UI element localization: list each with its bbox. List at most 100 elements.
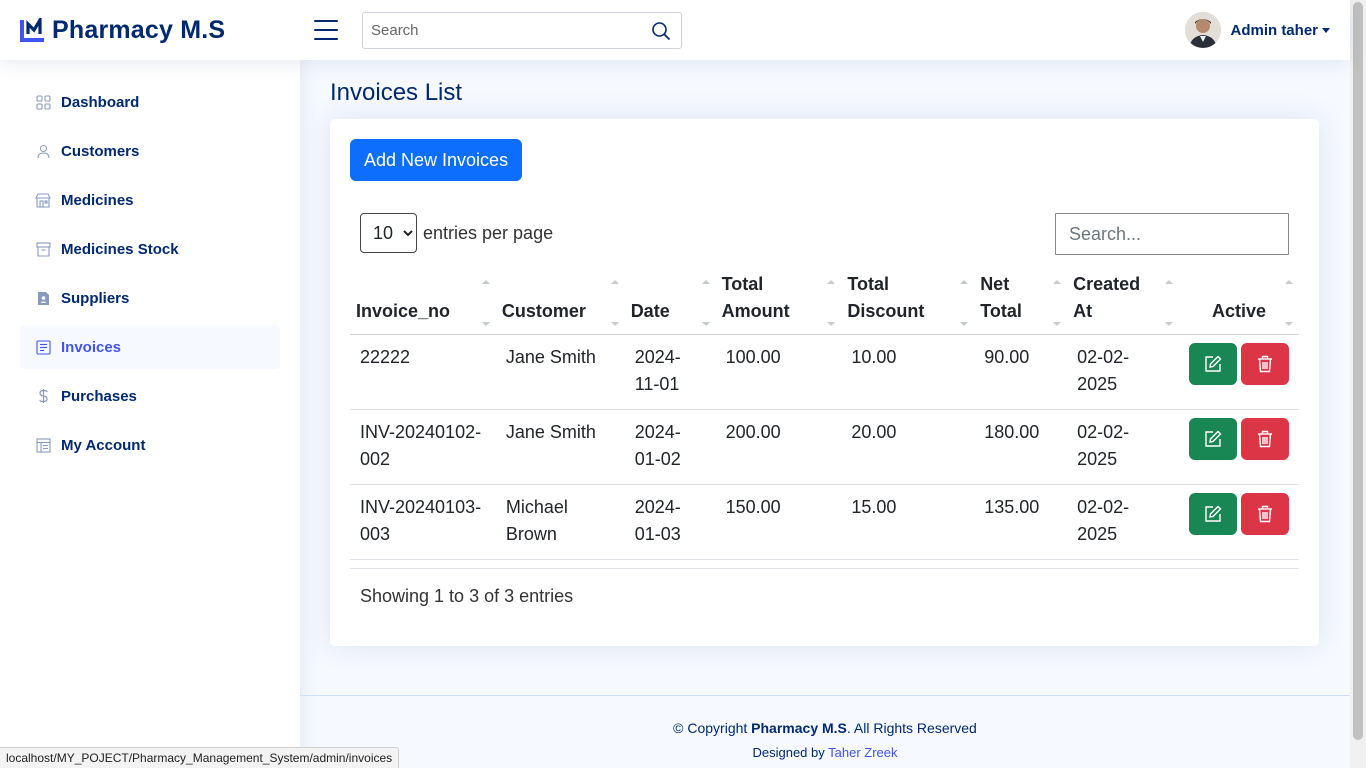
edit-button[interactable] xyxy=(1188,418,1237,460)
column-header-invoice-no[interactable]: Invoice_no xyxy=(350,271,496,335)
profile-name: Admin taher xyxy=(1230,21,1318,39)
search-icon[interactable] xyxy=(641,13,681,48)
trash-icon xyxy=(1257,505,1272,523)
delete-button[interactable] xyxy=(1240,493,1289,535)
table-row: 22222 Jane Smith 2024- 11-01 100.00 10.00… xyxy=(350,335,1299,410)
cell-total-amount: 150.00 xyxy=(725,497,781,517)
column-header-net-total[interactable]: Net Total xyxy=(974,271,1067,335)
cell-customer: Jane Smith xyxy=(505,422,596,442)
sort-icon xyxy=(1285,278,1293,326)
sidebar-item-label: Medicines xyxy=(61,191,134,209)
trash-icon xyxy=(1257,355,1272,373)
cell-invoice-no: 22222 xyxy=(360,347,411,367)
cell-actions xyxy=(1179,335,1299,410)
cell-total-discount: 20.00 xyxy=(851,422,897,442)
cell-customer: Jane Smith xyxy=(505,347,596,367)
sidebar-item-label: My Account xyxy=(61,436,146,454)
cell-date: 2024- 01-03 xyxy=(634,497,681,544)
cell-invoice-no: INV-20240103- 003 xyxy=(360,497,482,544)
column-header-customer[interactable]: Customer xyxy=(496,271,625,335)
search-input[interactable] xyxy=(363,13,641,48)
sidebar-item-medicines[interactable]: Medicines xyxy=(20,178,280,222)
sort-icon xyxy=(481,278,490,326)
per-page-label: entries per page xyxy=(423,222,554,243)
footer: © Copyright Pharmacy M.S. All Rights Res… xyxy=(300,695,1350,768)
sidebar-item-purchases[interactable]: Purchases xyxy=(20,374,280,418)
column-header-created-at[interactable]: Created At xyxy=(1067,271,1179,335)
edit-icon xyxy=(1205,355,1222,372)
sidebar-item-label: Dashboard xyxy=(61,93,140,111)
sidebar-item-label: Customers xyxy=(61,142,140,160)
receipt-icon xyxy=(35,339,51,355)
top-header: Pharmacy M.S Admin taher xyxy=(0,0,1350,60)
cell-created-at: 02-02- 2025 xyxy=(1077,497,1130,544)
sort-icon xyxy=(1053,278,1062,326)
status-bar-url: localhost/MY_POJECT/Pharmacy_Management_… xyxy=(0,747,400,768)
trash-icon xyxy=(1257,430,1272,448)
dollar-icon xyxy=(35,388,51,404)
sidebar-item-suppliers[interactable]: Suppliers xyxy=(20,276,280,320)
edit-button[interactable] xyxy=(1188,493,1237,535)
table-search-input[interactable] xyxy=(1055,213,1289,255)
add-invoice-button[interactable]: Add New Invoices xyxy=(350,139,523,181)
cell-total-discount: 15.00 xyxy=(851,497,897,517)
divider xyxy=(350,568,1299,569)
sidebar-item-label: Purchases xyxy=(61,387,137,405)
sidebar-item-medicines-stock[interactable]: Medicines Stock xyxy=(20,227,280,271)
edit-icon xyxy=(1205,505,1222,522)
chevron-down-icon xyxy=(1322,27,1330,33)
credits: Designed by Taher Zreek xyxy=(752,745,898,760)
invoices-card: Add New Invoices 10 entries per page Inv… xyxy=(330,119,1319,646)
cell-date: 2024- 11-01 xyxy=(634,347,681,394)
cell-total-amount: 200.00 xyxy=(725,422,781,442)
profile-dropdown[interactable]: Admin taher xyxy=(1185,12,1330,48)
cell-created-at: 02-02- 2025 xyxy=(1077,347,1130,394)
sort-icon xyxy=(610,278,619,326)
edit-icon xyxy=(1205,430,1222,447)
table-row: INV-20240103- 003 Michael Brown 2024- 01-03… xyxy=(350,485,1299,560)
per-page-select[interactable]: 10 xyxy=(360,213,417,253)
cell-actions xyxy=(1179,485,1299,560)
column-header-active[interactable]: Active xyxy=(1179,271,1299,335)
logo-icon xyxy=(20,14,46,42)
sidebar-item-customers[interactable]: Customers xyxy=(20,129,280,173)
search-bar xyxy=(362,12,682,49)
archive-icon xyxy=(35,241,51,257)
cell-total-discount: 10.00 xyxy=(851,347,897,367)
delete-button[interactable] xyxy=(1240,418,1289,460)
table-header-row: Invoice_no Customer Date Total Amount Tot… xyxy=(350,271,1299,335)
sidebar-item-my-account[interactable]: My Account xyxy=(20,423,280,467)
designer-link[interactable]: Taher Zreek xyxy=(828,745,897,760)
sort-icon xyxy=(960,278,969,326)
sidebar-toggle-icon[interactable] xyxy=(314,20,338,40)
column-header-date[interactable]: Date xyxy=(625,271,716,335)
column-header-total-amount[interactable]: Total Amount xyxy=(716,271,842,335)
pagination-info: Showing 1 to 3 of 3 entries xyxy=(360,586,574,606)
scrollbar[interactable] xyxy=(1350,0,1366,768)
sidebar-item-label: Invoices xyxy=(61,338,122,356)
sort-icon xyxy=(1164,278,1173,326)
table-row: INV-20240102- 002 Jane Smith 2024- 01-02 2… xyxy=(350,410,1299,485)
cell-net-total: 90.00 xyxy=(984,347,1030,367)
sidebar-item-label: Suppliers xyxy=(61,289,130,307)
cell-date: 2024- 01-02 xyxy=(634,422,681,469)
logo-text: Pharmacy M.S xyxy=(52,15,226,44)
cell-net-total: 135.00 xyxy=(984,497,1040,517)
avatar xyxy=(1185,12,1222,48)
cell-invoice-no: INV-20240102- 002 xyxy=(360,422,482,469)
sidebar-item-label: Medicines Stock xyxy=(61,240,179,258)
sidebar-item-dashboard[interactable]: Dashboard xyxy=(20,80,280,124)
column-header-total-discount[interactable]: Total Discount xyxy=(841,271,974,335)
shop-icon xyxy=(35,192,51,208)
scrollbar-thumb[interactable] xyxy=(1353,2,1363,740)
grid-icon xyxy=(35,94,51,110)
edit-button[interactable] xyxy=(1188,343,1237,385)
logo[interactable]: Pharmacy M.S xyxy=(20,14,310,45)
sidebar-item-invoices[interactable]: Invoices xyxy=(20,325,280,369)
delete-button[interactable] xyxy=(1240,343,1289,385)
cell-created-at: 02-02- 2025 xyxy=(1077,422,1130,469)
page-title: Invoices List xyxy=(330,79,463,106)
cell-net-total: 180.00 xyxy=(984,422,1040,442)
cell-actions xyxy=(1179,410,1299,485)
per-page-control: 10 entries per page xyxy=(360,213,553,253)
